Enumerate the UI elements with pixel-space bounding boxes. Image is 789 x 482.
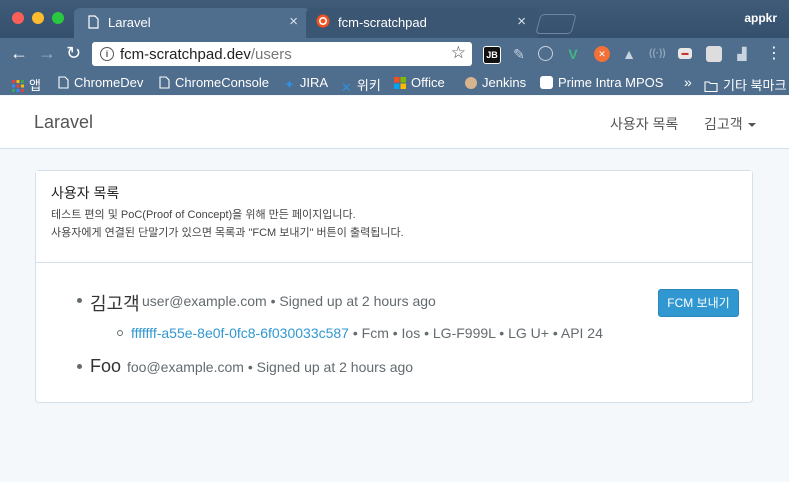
panel-description-line2: 사용자에게 연결된 단말기가 있으면 목록과 "FCM 보내기" 버튼이 출력됩… <box>51 227 404 239</box>
other-bookmarks[interactable]: 기타 북마크 <box>704 75 786 94</box>
close-window-button[interactable] <box>12 12 24 24</box>
folder-icon <box>704 81 718 92</box>
tab-laravel[interactable]: Laravel × <box>74 8 310 38</box>
new-tab-button[interactable] <box>535 14 577 34</box>
list-bullet <box>117 330 123 336</box>
bookmark-jira[interactable]: ✦ JIRA <box>284 75 328 92</box>
forward-arrow-icon[interactable]: → <box>38 43 56 63</box>
user-name: 김고객 <box>90 294 140 314</box>
office-icon <box>394 77 406 89</box>
bookmark-wiki[interactable]: ✕ 위키 <box>341 75 381 95</box>
bookmark-star-icon[interactable]: ☆ <box>451 43 466 63</box>
tab-title: Laravel <box>108 15 151 30</box>
page-icon <box>58 76 69 89</box>
jetbrains-icon[interactable]: JB <box>483 46 501 64</box>
menu-kebab-icon[interactable]: ⋮ <box>766 44 782 64</box>
jira-icon: ✦ <box>284 77 295 92</box>
bookmark-office[interactable]: Office <box>394 75 445 90</box>
panel-title: 사용자 목록 <box>51 185 120 201</box>
prime-icon <box>540 76 553 89</box>
list-bullet <box>77 298 82 303</box>
bookmark-chromeconsole[interactable]: ChromeConsole <box>159 75 269 90</box>
bookmark-chromedev[interactable]: ChromeDev <box>58 75 143 90</box>
page-icon <box>88 15 99 29</box>
list-bullet <box>77 364 82 369</box>
bookmark-apps[interactable]: 앱 <box>12 75 41 94</box>
tab-title: fcm-scratchpad <box>338 15 427 30</box>
chart-icon[interactable]: ▟ <box>734 46 750 62</box>
close-tab-icon[interactable]: × <box>289 13 298 30</box>
apps-grid-icon <box>12 80 24 92</box>
nav-users-link[interactable]: 사용자 목록 <box>610 114 678 134</box>
postman-icon[interactable]: ✕ <box>594 46 610 62</box>
grid-icon[interactable] <box>706 46 722 62</box>
brand-link[interactable]: Laravel <box>34 112 93 133</box>
device-info: • Fcm • Ios • LG-F999L • LG U+ • API 24 <box>348 325 603 341</box>
info-icon[interactable]: i <box>100 47 114 61</box>
panel-heading: 사용자 목록 테스트 편의 및 PoC(Proof of Concept)을 위… <box>36 171 752 263</box>
tab-fcm-scratchpad[interactable]: fcm-scratchpad × <box>306 8 538 38</box>
user-meta: user@example.com • Signed up at 2 hours … <box>142 293 436 309</box>
clock-icon[interactable] <box>538 46 553 61</box>
bookmarks-bar: 앱 ChromeDev ChromeConsole ✦ JIRA ✕ 위키 Offi… <box>0 71 789 95</box>
url-text[interactable]: fcm-scratchpad.dev/users <box>120 46 292 63</box>
panel-description-line1: 테스트 편의 및 PoC(Proof of Concept)을 위해 만든 페이… <box>51 209 356 221</box>
favicon-icon <box>316 14 330 28</box>
bookmark-jenkins[interactable]: Jenkins <box>465 75 526 90</box>
back-arrow-icon[interactable]: ← <box>10 43 28 63</box>
reload-icon[interactable]: ↻ <box>66 43 81 63</box>
feather-icon[interactable]: ✎ <box>511 46 527 62</box>
wiki-icon: ✕ <box>341 80 352 95</box>
caret-down-icon <box>747 123 756 127</box>
fcm-send-button[interactable]: FCM 보내기 <box>658 289 739 317</box>
profile-name[interactable]: appkr <box>744 11 777 25</box>
user-meta: foo@example.com • Signed up at 2 hours a… <box>127 359 414 375</box>
user-name: Foo <box>90 356 122 376</box>
user-dropdown[interactable]: 김고객 <box>704 114 756 134</box>
vue-icon[interactable]: V <box>565 46 581 62</box>
window-titlebar: Laravel × fcm-scratchpad × appkr <box>0 0 789 38</box>
device-id-link[interactable]: fffffff-a55e-8e0f-0fc8-6f030033c587 <box>131 325 349 341</box>
card-icon[interactable]: ▬ <box>678 48 692 59</box>
minimize-window-button[interactable] <box>32 12 44 24</box>
page-icon <box>159 76 170 89</box>
cast-icon[interactable]: ((·)) <box>649 46 666 62</box>
close-tab-icon[interactable]: × <box>517 13 526 30</box>
bookmarks-overflow-icon[interactable]: » <box>684 74 692 90</box>
drive-icon[interactable]: ▲ <box>621 46 637 62</box>
maximize-window-button[interactable] <box>52 12 64 24</box>
app-navbar: Laravel 사용자 목록 김고객 <box>0 96 789 149</box>
device-item: fffffff-a55e-8e0f-0fc8-6f030033c587 • Fc… <box>131 325 603 341</box>
jenkins-icon <box>465 77 477 89</box>
browser-toolbar: ← → ↻ i fcm-scratchpad.dev/users ☆ JB ✎ … <box>0 38 789 71</box>
address-bar[interactable]: i fcm-scratchpad.dev/users ☆ <box>92 42 472 66</box>
bookmark-prime-intra-mpos[interactable]: Prime Intra MPOS <box>540 75 663 90</box>
